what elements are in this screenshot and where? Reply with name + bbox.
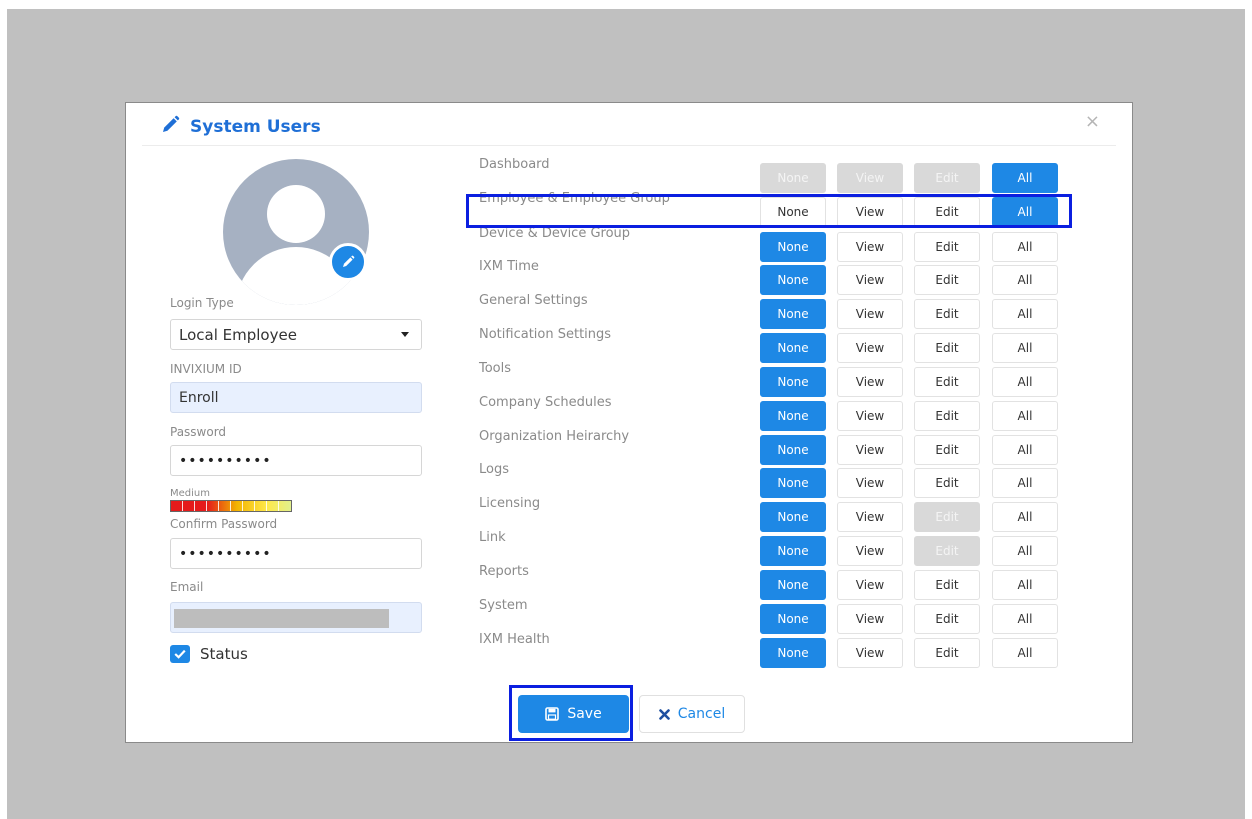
permission-label: Device & Device Group: [479, 226, 631, 241]
x-icon: [658, 708, 670, 720]
save-label: Save: [567, 706, 602, 722]
permission-all-button[interactable]: All: [992, 197, 1058, 227]
save-button[interactable]: Save: [518, 695, 629, 733]
permission-row-company-schedules: Company Schedules None View Edit All: [476, 393, 1096, 431]
permission-row-ixm-health: IXM Health None View Edit All: [476, 630, 1096, 668]
header-divider: [142, 145, 1116, 146]
login-type-value: Local Employee: [179, 325, 297, 344]
permission-label: Company Schedules: [479, 395, 612, 410]
permission-row-device-and-device-group: Device & Device Group None View Edit All: [476, 224, 1096, 262]
status-toggle[interactable]: Status: [170, 645, 248, 663]
avatar-head: [267, 185, 325, 243]
pencil-icon: [343, 255, 355, 267]
permission-label: General Settings: [479, 293, 588, 308]
email-redacted-value: [174, 609, 389, 628]
permission-label: Reports: [479, 564, 529, 579]
permission-label: Logs: [479, 462, 509, 477]
permission-edit-button[interactable]: Edit: [914, 638, 980, 668]
permission-row-link: Link None View Edit All: [476, 528, 1096, 566]
permission-label: Dashboard: [479, 157, 550, 172]
permission-row-logs: Logs None View Edit All: [476, 460, 1096, 498]
password-input[interactable]: ••••••••••: [170, 445, 422, 476]
login-type-select[interactable]: Local Employee: [170, 319, 422, 350]
permission-label: Licensing: [479, 496, 541, 511]
permission-none-button[interactable]: None: [760, 197, 826, 227]
pencil-icon: [160, 115, 180, 139]
status-label: Status: [200, 645, 248, 663]
permission-label: Link: [479, 530, 506, 545]
confirm-password-value: ••••••••••: [179, 545, 272, 562]
permission-view-button[interactable]: View: [837, 638, 903, 668]
chevron-down-icon: [401, 332, 409, 337]
permission-none-button[interactable]: None: [760, 638, 826, 668]
email-label: Email: [170, 580, 204, 594]
permission-view-button[interactable]: View: [837, 197, 903, 227]
invixium-id-input[interactable]: Enroll: [170, 382, 422, 413]
permission-row-employee-and-employee-group: Employee & Employee Group None View Edit All: [476, 189, 1096, 227]
permission-label: System: [479, 598, 528, 613]
password-label: Password: [170, 425, 227, 439]
status-checkbox[interactable]: [170, 645, 190, 663]
permission-label: Employee & Employee Group: [479, 191, 670, 206]
permission-label: IXM Time: [479, 259, 539, 274]
permission-label: Organization Heirarchy: [479, 429, 630, 444]
avatar-edit-button[interactable]: [329, 243, 367, 281]
permission-label: Tools: [479, 361, 512, 376]
confirm-password-label: Confirm Password: [170, 517, 278, 531]
permission-row-ixm-time: IXM Time None View Edit All: [476, 257, 1096, 295]
login-type-label: Login Type: [170, 296, 234, 310]
permission-row-general-settings: General Settings None View Edit All: [476, 291, 1096, 329]
system-users-modal: System Users × Login Type Local Employee…: [125, 102, 1133, 743]
password-value: ••••••••••: [179, 452, 272, 469]
invixium-id-label: INVIXIUM ID: [170, 362, 242, 376]
password-strength-meter: [170, 500, 292, 512]
permission-edit-button[interactable]: Edit: [914, 197, 980, 227]
permission-row-licensing: Licensing None View Edit All: [476, 494, 1096, 532]
floppy-disk-icon: [545, 707, 560, 721]
permission-row-reports: Reports None View Edit All: [476, 562, 1096, 600]
cancel-button[interactable]: Cancel: [639, 695, 745, 733]
permission-row-tools: Tools None View Edit All: [476, 359, 1096, 397]
permission-label: IXM Health: [479, 632, 550, 647]
cancel-label: Cancel: [677, 706, 726, 722]
permission-row-system: System None View Edit All: [476, 596, 1096, 634]
modal-title: System Users: [190, 117, 321, 137]
close-icon[interactable]: ×: [1085, 111, 1100, 132]
permission-label: Notification Settings: [479, 327, 612, 342]
email-input[interactable]: [170, 602, 422, 633]
user-avatar-icon: [223, 159, 369, 305]
modal-header: System Users: [160, 115, 321, 139]
checkmark-icon: [174, 649, 186, 659]
permission-row-notification-settings: Notification Settings None View Edit All: [476, 325, 1096, 363]
permission-row-dashboard: Dashboard None View Edit All: [476, 155, 1096, 193]
password-strength-label: Medium: [170, 488, 210, 499]
confirm-password-input[interactable]: ••••••••••: [170, 538, 422, 569]
invixium-id-value: Enroll: [179, 389, 219, 406]
permission-row-organization-heirarchy: Organization Heirarchy None View Edit All: [476, 427, 1096, 465]
permission-all-button[interactable]: All: [992, 638, 1058, 668]
